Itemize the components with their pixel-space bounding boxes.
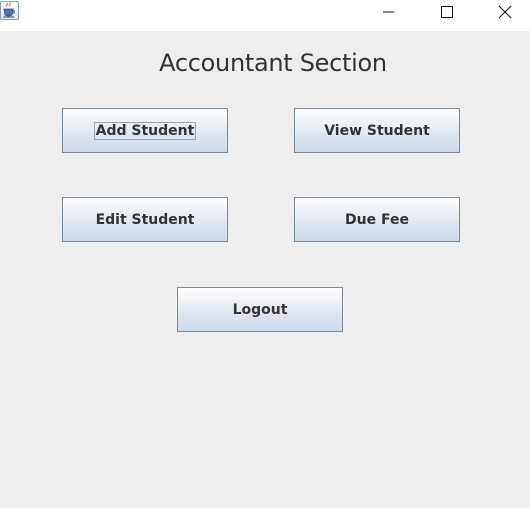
due-fee-label: Due Fee [345,211,409,228]
due-fee-button[interactable]: Due Fee [294,197,460,242]
edit-student-button[interactable]: Edit Student [62,197,228,242]
view-student-button[interactable]: View Student [294,108,460,153]
edit-student-label: Edit Student [95,211,195,228]
page-title: Accountant Section [159,49,387,77]
logout-button[interactable]: Logout [177,287,343,332]
view-student-label: View Student [324,122,430,139]
title-bar[interactable] [0,0,530,31]
accountant-panel: Accountant Section Add Student View Stud… [0,31,530,508]
close-icon [498,5,512,19]
add-student-label: Add Student [93,121,197,140]
add-student-button[interactable]: Add Student [62,108,228,153]
maximize-button[interactable] [418,0,474,24]
close-button[interactable] [474,0,530,24]
logout-label: Logout [232,301,288,318]
java-cup-icon[interactable] [0,1,19,20]
application-window: Accountant Section Add Student View Stud… [0,0,530,508]
maximize-icon [441,6,453,18]
minimize-button[interactable] [362,0,418,24]
